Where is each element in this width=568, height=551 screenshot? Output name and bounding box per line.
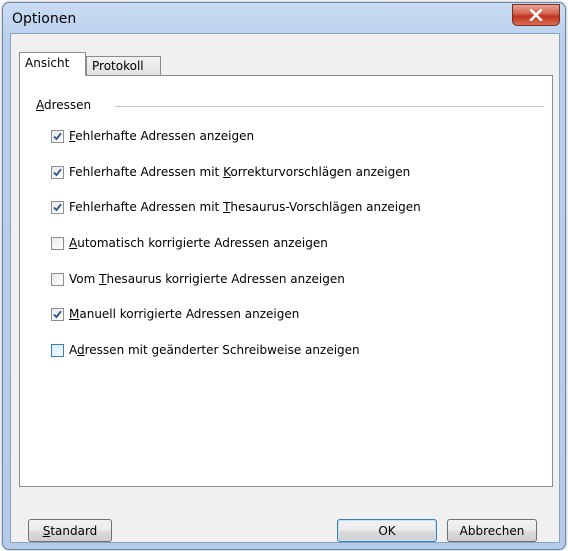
tab-protokoll[interactable]: Protokoll (86, 56, 161, 75)
option-checkbox-row[interactable]: Manuell korrigierte Adressen anzeigen (51, 305, 299, 323)
tab-ansicht[interactable]: Ansicht (19, 52, 86, 76)
checkbox[interactable] (51, 236, 64, 250)
checkbox[interactable] (51, 200, 64, 214)
checkmark-icon (53, 310, 62, 318)
option-checkbox-row[interactable]: Fehlerhafte Adressen mit Korrekturvorsch… (51, 163, 410, 181)
option-checkbox-row[interactable]: Adressen mit geänderter Schreibweise anz… (51, 341, 360, 359)
checkbox[interactable] (51, 129, 64, 143)
option-checkbox-row[interactable]: Fehlerhafte Adressen mit Thesaurus-Vorsc… (51, 198, 421, 216)
standard-button[interactable]: Standard (28, 519, 112, 542)
ok-button[interactable]: OK (337, 519, 437, 542)
group-label-adressen: Adressen (36, 98, 98, 112)
window-title: Optionen (12, 11, 77, 27)
checkbox[interactable] (51, 272, 64, 286)
option-label[interactable]: Fehlerhafte Adressen mit Thesaurus-Vorsc… (69, 200, 421, 214)
option-label[interactable]: Fehlerhafte Adressen anzeigen (69, 129, 254, 143)
option-checkbox-row[interactable]: Automatisch korrigierte Adressen anzeige… (51, 234, 328, 252)
option-checkbox-row[interactable]: Fehlerhafte Adressen anzeigen (51, 127, 254, 145)
option-label[interactable]: Automatisch korrigierte Adressen anzeige… (69, 236, 328, 250)
close-icon (529, 9, 543, 21)
option-label[interactable]: Fehlerhafte Adressen mit Korrekturvorsch… (69, 165, 410, 179)
checkmark-icon (53, 132, 62, 140)
cancel-button[interactable]: Abbrechen (447, 519, 537, 542)
close-button[interactable] (512, 4, 560, 26)
group-divider (115, 106, 544, 107)
option-label[interactable]: Manuell korrigierte Adressen anzeigen (69, 307, 299, 321)
checkbox[interactable] (51, 343, 64, 357)
dialog-client-area: Ansicht Protokoll Adressen Fehlerhafte A… (10, 33, 560, 543)
checkbox[interactable] (51, 307, 64, 321)
checkmark-icon (53, 168, 62, 176)
tab-panel-ansicht: Adressen Fehlerhafte Adressen anzeigen Fe… (19, 75, 553, 487)
option-label[interactable]: Adressen mit geänderter Schreibweise anz… (69, 343, 360, 357)
title-bar[interactable]: Optionen (3, 3, 565, 33)
option-label[interactable]: Vom Thesaurus korrigierte Adressen anzei… (69, 272, 345, 286)
button-bar: Standard OK Abbrechen (11, 487, 557, 542)
options-dialog: Optionen Ansicht Protokoll Adressen Fehl… (2, 2, 566, 550)
checkmark-icon (53, 203, 62, 211)
option-checkbox-row[interactable]: Vom Thesaurus korrigierte Adressen anzei… (51, 270, 345, 288)
checkbox[interactable] (51, 165, 64, 179)
